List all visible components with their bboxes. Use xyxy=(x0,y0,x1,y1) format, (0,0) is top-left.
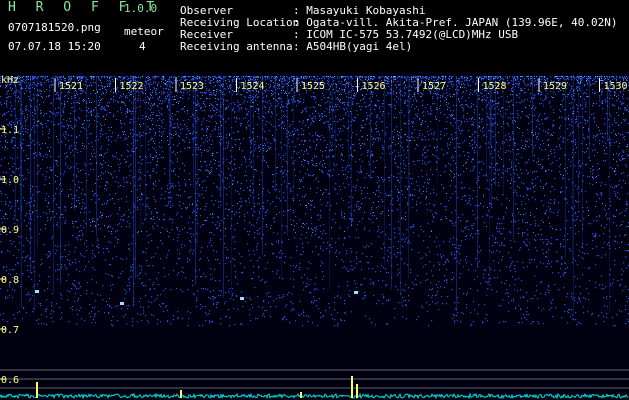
y-tick-label: 0.7 xyxy=(1,325,19,336)
y-axis-unit: kHz xyxy=(1,75,19,86)
meteor-label: meteor xyxy=(124,25,164,38)
app-version: 1.0.0 xyxy=(124,2,158,15)
time-streak xyxy=(565,76,566,258)
time-streak xyxy=(582,76,583,248)
time-streak xyxy=(15,76,16,220)
time-streak xyxy=(572,76,573,263)
time-streak xyxy=(133,76,134,308)
meteor-count: 4 xyxy=(139,40,146,53)
time-streak xyxy=(231,76,232,299)
time-streak xyxy=(408,76,409,279)
x-tick-label: 1523 xyxy=(180,81,204,92)
signal-spike xyxy=(36,382,38,398)
time-streak xyxy=(86,76,87,231)
signal-spike xyxy=(356,384,358,398)
time-streak xyxy=(193,76,194,188)
y-tick-label: 0.9 xyxy=(1,225,19,236)
time-streak xyxy=(145,76,146,217)
signal-spike xyxy=(300,392,302,398)
time-streak xyxy=(589,76,590,160)
time-streak xyxy=(456,76,457,310)
meteor-echo xyxy=(120,302,124,305)
time-streak xyxy=(195,76,196,285)
x-tick-label: 1529 xyxy=(543,81,567,92)
time-streak xyxy=(275,76,276,192)
time-streak xyxy=(293,76,294,199)
time-streak xyxy=(37,76,38,247)
x-tick-label: 1522 xyxy=(120,81,144,92)
time-streak xyxy=(503,76,504,197)
antenna-value: : A504HB(yagi 4el) xyxy=(293,40,413,53)
time-streak xyxy=(197,76,198,248)
x-tick-label: 1528 xyxy=(483,81,507,92)
time-streak xyxy=(335,76,336,160)
time-streak xyxy=(34,76,35,313)
meteor-echo xyxy=(240,297,244,300)
time-streak xyxy=(30,76,31,274)
time-streak xyxy=(477,76,478,268)
x-tick-label: 1527 xyxy=(422,81,446,92)
time-streak xyxy=(332,76,333,146)
time-streak xyxy=(140,76,141,232)
time-streak xyxy=(329,76,330,290)
time-streak xyxy=(409,76,410,213)
time-streak xyxy=(281,76,282,280)
time-streak xyxy=(253,76,254,218)
time-streak xyxy=(169,76,170,185)
time-streak xyxy=(573,76,574,314)
time-streak xyxy=(495,76,496,187)
y-tick-label: 1.0 xyxy=(1,175,19,186)
time-streak xyxy=(513,76,514,241)
time-streak xyxy=(20,76,21,220)
y-tick-label: 1.1 xyxy=(1,125,19,136)
x-tick-label: 1525 xyxy=(301,81,325,92)
meteor-echo xyxy=(35,290,39,293)
spectrogram: kHz 1.1 1.0 0.9 0.8 0.7 0.6 1521 1522 1523 1524 152… xyxy=(0,72,629,400)
time-streak xyxy=(287,76,288,236)
antenna-label: Receiving antenna xyxy=(180,40,293,53)
time-streak xyxy=(491,76,492,209)
x-tick-label: 1530 xyxy=(604,81,628,92)
time-streak xyxy=(74,76,75,211)
x-tick-label: 1521 xyxy=(59,81,83,92)
y-tick-label: 0.6 xyxy=(1,375,19,386)
time-streak xyxy=(170,76,171,207)
signal-spike xyxy=(180,390,182,398)
x-tick-label: 1526 xyxy=(362,81,386,92)
time-streak xyxy=(220,76,221,196)
capture-filename: 0707181520.png xyxy=(8,21,101,34)
time-streak xyxy=(578,76,579,211)
time-streak xyxy=(53,76,54,292)
time-streak xyxy=(391,76,392,290)
time-streak xyxy=(351,76,352,227)
capture-timestamp: 07.07.18 15:20 xyxy=(8,40,101,53)
time-streak xyxy=(96,76,97,237)
time-streak xyxy=(223,76,224,298)
time-streak xyxy=(609,76,610,314)
time-streak xyxy=(60,76,61,285)
info-header: H R O F F T 1.0.0 0707181520.png 07.07.1… xyxy=(0,0,629,72)
time-streak xyxy=(532,76,533,157)
time-streak xyxy=(262,76,263,255)
time-streak xyxy=(21,76,22,309)
time-streak xyxy=(348,76,349,167)
time-streak xyxy=(489,76,490,284)
y-tick-label: 0.8 xyxy=(1,275,19,286)
time-streak xyxy=(384,76,385,265)
time-streak xyxy=(400,76,401,297)
meteor-echo xyxy=(354,291,358,294)
time-streak xyxy=(135,76,136,279)
x-tick-label: 1524 xyxy=(241,81,265,92)
